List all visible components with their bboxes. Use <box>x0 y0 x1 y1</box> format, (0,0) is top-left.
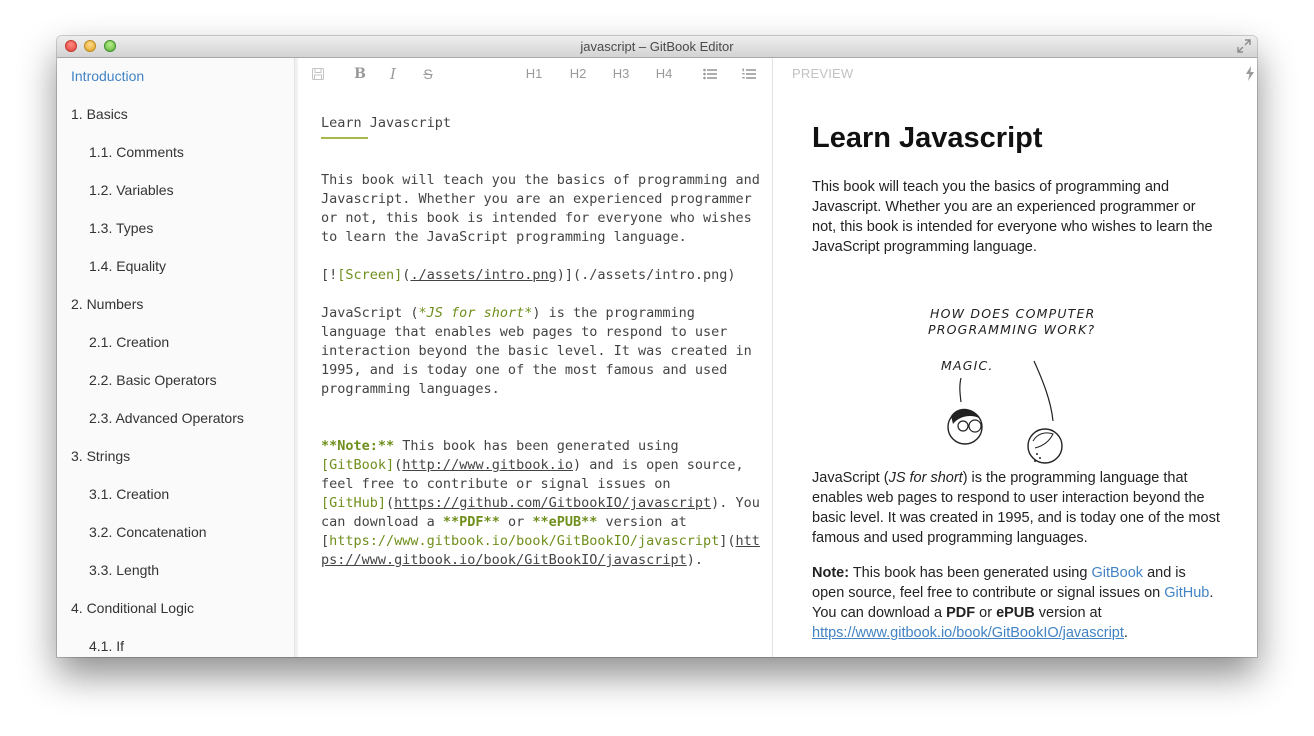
editor-line: feel free to contribute or signal issues… <box>321 476 671 492</box>
xkcd-comic-image: HOW DOES COMPUTER PROGRAMMING WORK? MAGI… <box>923 306 1123 486</box>
md-token: [! <box>321 267 338 283</box>
text-run: ePUB <box>996 605 1035 621</box>
bold-button[interactable]: B <box>351 64 369 84</box>
toc-item-types[interactable]: 1.3. Types <box>89 217 153 239</box>
preview-pane: PREVIEW Learn Javascript This book will … <box>773 58 1257 657</box>
md-token: JavaScript ( <box>321 305 419 321</box>
toc-item-basic-operators[interactable]: 2.2. Basic Operators <box>89 369 217 391</box>
md-token: **ePUB** <box>532 514 598 530</box>
md-token: ). You <box>711 495 760 511</box>
preview-paragraph: Note: This book has been generated using… <box>812 563 1222 643</box>
app-window: javascript – GitBook Editor Introduction… <box>57 36 1257 657</box>
heading4-button[interactable]: H4 <box>653 64 675 84</box>
md-link: ps://www.gitbook.io/book/GitBookIO/javas… <box>321 552 687 568</box>
md-token: **Note:** <box>321 438 395 454</box>
heading1-button[interactable]: H1 <box>523 64 545 84</box>
editor-line: interaction beyond the basic level. It w… <box>321 343 752 359</box>
preview-title: Learn Javascript <box>812 122 1043 154</box>
editor-line: 1995, and is today one of the most famou… <box>321 362 728 378</box>
toc-item-introduction[interactable]: Introduction <box>71 65 144 87</box>
window-title: javascript – GitBook Editor <box>580 39 734 54</box>
toc-item-numbers[interactable]: 2. Numbers <box>71 293 143 315</box>
md-token: ). <box>686 552 704 568</box>
editor-line: can download a **PDF** or **ePUB** versi… <box>321 513 761 532</box>
editor-line: [GitHub](https://github.com/GitbookIO/ja… <box>321 494 761 513</box>
editor-line: [https://www.gitbook.io/book/GitBookIO/j… <box>321 532 761 551</box>
text-run: JavaScript ( <box>812 470 889 486</box>
fullscreen-icon[interactable] <box>1237 39 1251 53</box>
editor-line: Javascript. Whether you are an experienc… <box>321 191 752 207</box>
md-token: )](./assets/intro.png) <box>556 267 736 283</box>
editor-line: language that enables web pages to respo… <box>321 324 728 340</box>
save-icon[interactable] <box>312 68 324 80</box>
md-link: http://www.gitbook.io <box>402 457 573 473</box>
preview-paragraph: This book will teach you the basics of p… <box>812 179 1213 255</box>
title-bar: javascript – GitBook Editor <box>57 36 1257 58</box>
github-link[interactable]: GitHub <box>1164 585 1209 601</box>
editor-line: to learn the JavaScript programming lang… <box>321 229 687 245</box>
text-run: version at <box>1034 605 1102 621</box>
md-token: or <box>499 514 533 530</box>
md-token: [ <box>321 533 330 549</box>
md-token: ]( <box>719 533 736 549</box>
toc-item-advanced-operators[interactable]: 2.3. Advanced Operators <box>89 407 244 429</box>
md-token: This book has been generated using <box>394 438 679 454</box>
toc-item-length[interactable]: 3.3. Length <box>89 559 159 581</box>
strikethrough-button[interactable]: S <box>421 64 435 84</box>
text-run: JS for short <box>888 470 963 486</box>
md-token: can download a <box>321 514 443 530</box>
preview-label: PREVIEW <box>792 66 854 81</box>
toc-item-conditional-logic[interactable]: 4. Conditional Logic <box>71 597 194 619</box>
toc-item-variables[interactable]: 1.2. Variables <box>89 179 174 201</box>
toc-item-concatenation[interactable]: 3.2. Concatenation <box>89 521 207 543</box>
md-token: ) and is open source, <box>572 457 744 473</box>
lightning-icon[interactable] <box>1245 66 1255 81</box>
italic-button[interactable]: I <box>386 64 400 84</box>
md-token: ) is the programming <box>532 305 695 321</box>
download-link[interactable]: https://www.gitbook.io/book/GitBookIO/ja… <box>812 625 1124 641</box>
md-link: https://github.com/GitbookIO/javascript <box>394 495 712 511</box>
bullet-list-icon[interactable] <box>703 68 717 80</box>
editor-line: [GitBook](http://www.gitbook.io) and is … <box>321 456 761 475</box>
text-run: PDF <box>946 605 976 621</box>
editor-line: This book will teach you the basics of p… <box>321 172 760 188</box>
md-link: htt <box>735 533 760 549</box>
md-link: ./assets/intro.png <box>410 267 557 283</box>
text-run: or <box>975 605 997 621</box>
editor-line: programming languages. <box>321 381 500 397</box>
text-run: Note: <box>812 565 850 581</box>
heading3-button[interactable]: H3 <box>610 64 632 84</box>
heading2-button[interactable]: H2 <box>567 64 589 84</box>
toc-item-equality[interactable]: 1.4. Equality <box>89 255 166 277</box>
text-run: . <box>1123 625 1128 641</box>
toc-item-string-creation[interactable]: 3.1. Creation <box>89 483 169 505</box>
editor-line: **Note:** This book has been generated u… <box>321 437 761 456</box>
text-run: This book has been generated using <box>849 565 1092 581</box>
md-token: ( <box>386 495 395 511</box>
preview-paragraph: JavaScript (JS for short) is the program… <box>812 468 1222 548</box>
heading-underline <box>321 137 368 141</box>
md-token: [Screen] <box>337 267 403 283</box>
numbered-list-icon[interactable] <box>742 68 756 80</box>
md-token: **PDF** <box>442 514 500 530</box>
toc-sidebar: Introduction 1. Basics 1.1. Comments 1.2… <box>57 58 295 657</box>
toc-item-comments[interactable]: 1.1. Comments <box>89 141 184 163</box>
editor-line: [![Screen](./assets/intro.png)](./assets… <box>321 266 761 285</box>
editor-line: Learn Javascript <box>321 115 452 131</box>
toc-item-basics[interactable]: 1. Basics <box>71 103 128 125</box>
comic-drawing <box>947 360 1063 464</box>
toc-item-strings[interactable]: 3. Strings <box>71 445 130 467</box>
md-token: [GitHub] <box>321 495 387 511</box>
gitbook-link[interactable]: GitBook <box>1091 565 1143 581</box>
editor-line: JavaScript (*JS for short*) is the progr… <box>321 304 761 323</box>
md-token: *JS for short* <box>418 305 533 321</box>
editor-line: or not, this book is intended for everyo… <box>321 210 752 226</box>
md-token: https://www.gitbook.io/book/GitBookIO/ja… <box>329 533 720 549</box>
toc-item-number-creation[interactable]: 2.1. Creation <box>89 331 169 353</box>
editor-line: ps://www.gitbook.io/book/GitBookIO/javas… <box>321 551 761 570</box>
md-token: version at <box>597 514 687 530</box>
md-token: [GitBook] <box>321 457 395 473</box>
toc-item-if[interactable]: 4.1. If <box>89 635 124 657</box>
markdown-editor[interactable]: B I S H1 H2 H3 H4 Learn Javascript This … <box>298 58 773 657</box>
